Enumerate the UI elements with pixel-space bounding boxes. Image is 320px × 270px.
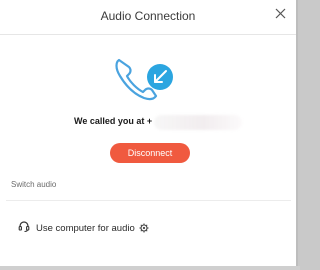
close-button[interactable] <box>270 5 290 25</box>
audio-connection-dialog: Audio Connection We called you at + Disc… <box>0 0 298 268</box>
close-icon <box>275 6 286 24</box>
call-status-text: We called you at + <box>74 116 153 126</box>
incoming-call-graphic <box>112 52 182 104</box>
use-computer-audio-label: Use computer for audio <box>36 222 135 234</box>
headset-icon <box>18 219 30 237</box>
divider <box>6 200 291 201</box>
call-status-line: We called you at + <box>0 115 296 131</box>
window-bottom-edge <box>0 266 300 270</box>
disconnect-button[interactable]: Disconnect <box>110 143 190 163</box>
phone-incoming-call-icon <box>115 58 173 101</box>
use-computer-audio-option[interactable]: Use computer for audio <box>18 219 149 237</box>
switch-audio-label: Switch audio <box>11 180 57 189</box>
dialog-title: Audio Connection <box>100 9 196 23</box>
title-bar: Audio Connection <box>0 0 296 35</box>
gear-icon[interactable] <box>139 223 149 233</box>
redacted-phone-number <box>154 115 242 130</box>
